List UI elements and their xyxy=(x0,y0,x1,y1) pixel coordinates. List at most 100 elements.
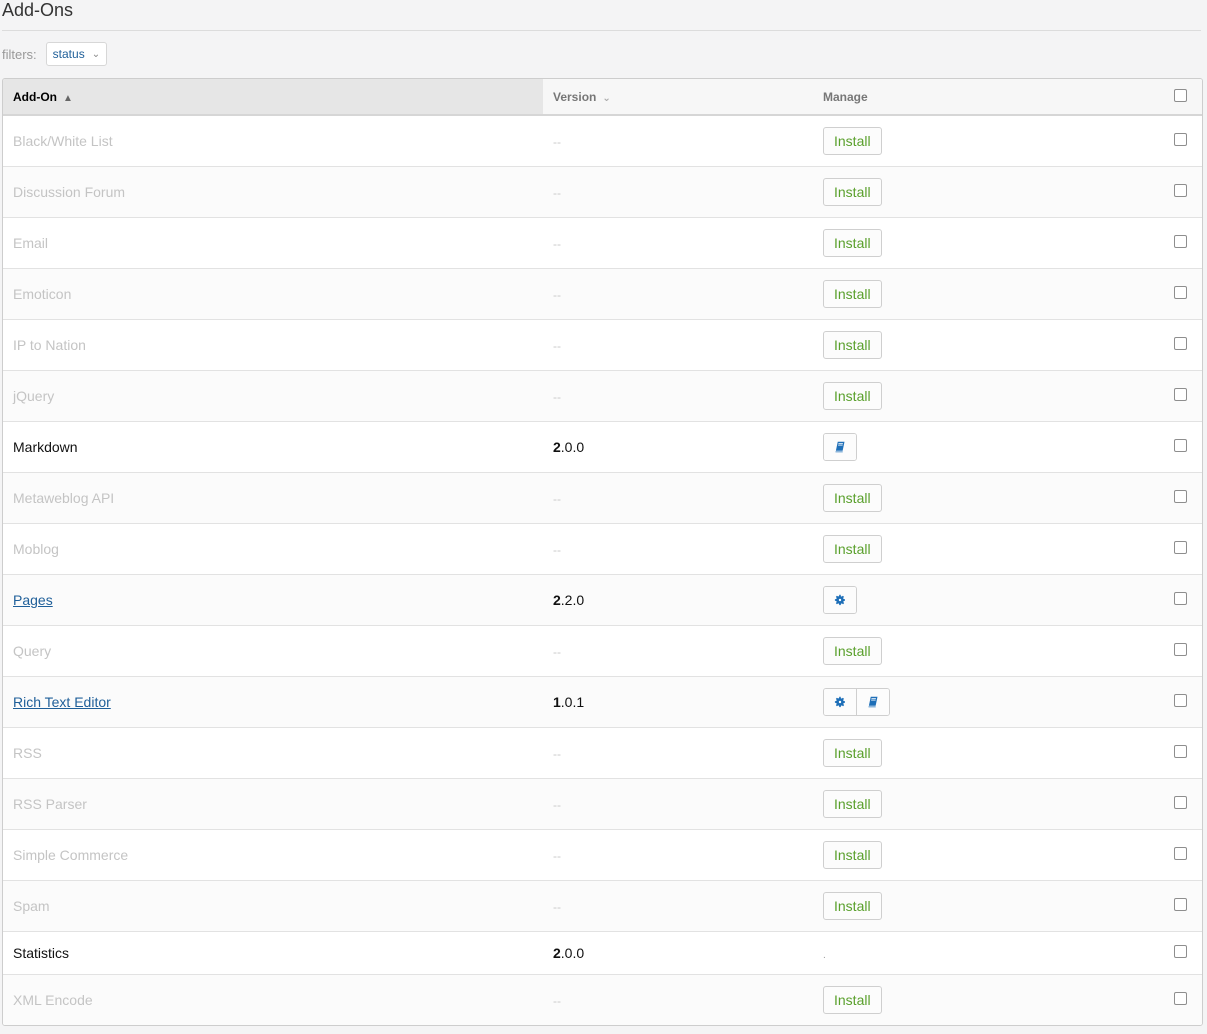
row-checkbox[interactable] xyxy=(1174,286,1187,299)
addon-manage-cell: Install xyxy=(813,166,1113,218)
row-checkbox[interactable] xyxy=(1174,945,1187,958)
addon-name: Markdown xyxy=(13,439,78,455)
addon-version-cell: -- xyxy=(543,523,813,575)
addon-manage-cell: Install xyxy=(813,974,1113,1025)
row-checkbox[interactable] xyxy=(1174,992,1187,1005)
version-major: 2 xyxy=(553,945,561,961)
chevron-down-icon: ⌄ xyxy=(91,48,101,60)
addon-name: Query xyxy=(13,643,52,659)
row-checkbox[interactable] xyxy=(1174,898,1187,911)
addon-name-cell: IP to Nation xyxy=(3,319,543,371)
settings-button[interactable] xyxy=(824,689,856,715)
addon-manage-cell: Install xyxy=(813,625,1113,677)
table-row: Pages 2.2.0 xyxy=(3,574,1202,626)
addon-manage-cell: Install xyxy=(813,268,1113,320)
addon-version-cell: -- xyxy=(543,829,813,881)
addon-version-cell: -- xyxy=(543,370,813,422)
addon-manage-cell: Install xyxy=(813,217,1113,269)
gear-icon xyxy=(834,696,846,708)
addons-page: Add-Ons filters: status ⌄ Add-On ▲ Versi… xyxy=(0,0,1207,1034)
row-checkbox[interactable] xyxy=(1174,745,1187,758)
addon-name-cell: Rich Text Editor xyxy=(3,676,543,728)
install-button[interactable]: Install xyxy=(823,331,882,359)
addon-version: -- xyxy=(553,288,561,302)
table-row: jQuery -- Install xyxy=(3,370,1202,422)
version-major: 1 xyxy=(553,694,561,710)
addon-name: Emoticon xyxy=(13,286,72,302)
addon-name-cell: Metaweblog API xyxy=(3,472,543,524)
addon-version: -- xyxy=(553,339,561,353)
addon-manage-cell: Install xyxy=(813,727,1113,779)
install-button[interactable]: Install xyxy=(823,484,882,512)
column-header-version[interactable]: Version ⌄ xyxy=(543,79,813,116)
addon-version: 1.0.1 xyxy=(553,694,584,710)
row-select-cell xyxy=(1113,217,1202,269)
table-row: RSS -- Install xyxy=(3,727,1202,779)
addon-name: RSS Parser xyxy=(13,796,87,812)
row-checkbox[interactable] xyxy=(1174,337,1187,350)
install-button[interactable]: Install xyxy=(823,280,882,308)
row-checkbox[interactable] xyxy=(1174,184,1187,197)
row-checkbox[interactable] xyxy=(1174,847,1187,860)
row-checkbox[interactable] xyxy=(1174,592,1187,605)
install-button[interactable]: Install xyxy=(823,637,882,665)
row-select-cell xyxy=(1113,676,1202,728)
row-select-cell xyxy=(1113,778,1202,830)
status-filter-select[interactable]: status ⌄ xyxy=(45,42,108,66)
addon-version: -- xyxy=(553,900,561,914)
table-row: Statistics 2.0.0. xyxy=(3,931,1202,975)
install-button[interactable]: Install xyxy=(823,739,882,767)
row-checkbox[interactable] xyxy=(1174,643,1187,656)
install-button[interactable]: Install xyxy=(823,790,882,818)
install-button[interactable]: Install xyxy=(823,127,882,155)
addon-manage-cell: Install xyxy=(813,472,1113,524)
manual-button[interactable] xyxy=(824,434,856,460)
row-checkbox[interactable] xyxy=(1174,133,1187,146)
version-rest: .0.0 xyxy=(560,439,585,455)
addon-manage-cell xyxy=(813,421,1113,473)
table-row: Metaweblog API -- Install xyxy=(3,472,1202,524)
manage-button-group xyxy=(823,688,890,716)
settings-button[interactable] xyxy=(824,587,856,613)
addon-name[interactable]: Rich Text Editor xyxy=(13,694,111,710)
manual-button[interactable] xyxy=(856,689,889,715)
addon-version: -- xyxy=(553,645,561,659)
install-button[interactable]: Install xyxy=(823,986,882,1014)
install-button[interactable]: Install xyxy=(823,841,882,869)
row-checkbox[interactable] xyxy=(1174,490,1187,503)
install-button[interactable]: Install xyxy=(823,892,882,920)
addon-name[interactable]: Pages xyxy=(13,592,53,608)
column-header-version-label: Version xyxy=(553,89,597,104)
version-rest: .0.0 xyxy=(560,945,585,961)
manage-placeholder: . xyxy=(823,950,826,961)
filters-bar: filters: status ⌄ xyxy=(2,42,108,66)
addon-name: RSS xyxy=(13,745,42,761)
row-checkbox[interactable] xyxy=(1174,694,1187,707)
addon-name: Simple Commerce xyxy=(13,847,129,863)
column-header-addon[interactable]: Add-On ▲ xyxy=(3,79,543,116)
addon-version-cell: -- xyxy=(543,472,813,524)
row-checkbox[interactable] xyxy=(1174,439,1187,452)
install-button[interactable]: Install xyxy=(823,178,882,206)
addon-name-cell: Pages xyxy=(3,574,543,626)
table-row: Moblog -- Install xyxy=(3,523,1202,575)
install-button[interactable]: Install xyxy=(823,229,882,257)
install-button[interactable]: Install xyxy=(823,535,882,563)
row-checkbox[interactable] xyxy=(1174,541,1187,554)
addon-name-cell: Spam xyxy=(3,880,543,932)
addon-name: IP to Nation xyxy=(13,337,86,353)
select-all-checkbox[interactable] xyxy=(1174,88,1187,102)
addon-version-cell: -- xyxy=(543,625,813,677)
row-select-cell xyxy=(1113,829,1202,881)
addon-version-cell: -- xyxy=(543,727,813,779)
row-checkbox[interactable] xyxy=(1174,235,1187,248)
table-row: Emoticon -- Install xyxy=(3,268,1202,320)
row-checkbox[interactable] xyxy=(1174,796,1187,809)
addon-name: Statistics xyxy=(13,945,70,961)
addon-version-cell: 2.2.0 xyxy=(543,574,813,626)
addon-name-cell: Black/White List xyxy=(3,115,543,167)
addon-version-cell: 2.0.0 xyxy=(543,421,813,473)
install-button[interactable]: Install xyxy=(823,382,882,410)
row-checkbox[interactable] xyxy=(1174,388,1187,401)
table-row: Simple Commerce -- Install xyxy=(3,829,1202,881)
